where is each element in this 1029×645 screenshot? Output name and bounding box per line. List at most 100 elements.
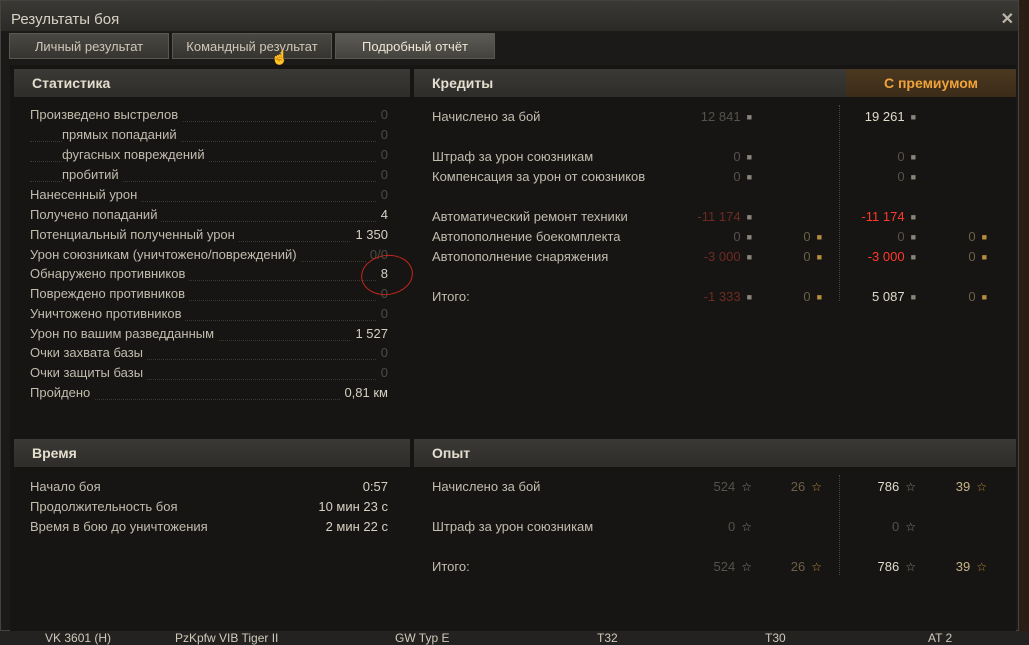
stats-row: Повреждено противников 0 xyxy=(30,284,388,304)
xp-base-free-text: 26 xyxy=(790,559,806,574)
stats-row-value: 0 xyxy=(376,304,388,324)
credits-prem-value: 19 261 ■ xyxy=(816,107,916,127)
credits-coin-icon: ■ xyxy=(910,112,916,122)
xp-prem-value-text: 0 xyxy=(892,519,900,534)
premium-header: С премиумом xyxy=(846,69,1016,97)
credits-row: Итого: -1 333 ■ 0 ■ 5 087 ■ 0 ■ xyxy=(432,287,1012,307)
experience-row: Итого: 524 ☆ 26 ☆ 786 ☆ 39 ☆ xyxy=(432,557,1012,577)
credits-base-gold: 0 ■ xyxy=(772,287,822,307)
credits-base-gold: 0 ■ xyxy=(772,227,822,247)
time-row: Время в бою до уничтожения 2 мин 22 с xyxy=(30,517,388,537)
credits-coin-icon: ■ xyxy=(746,112,752,122)
stats-row-value: 0 xyxy=(376,185,388,205)
premium-divider-xp xyxy=(839,475,840,575)
credits-base-value: 0 ■ xyxy=(652,147,752,167)
stats-row-label: Получено попаданий xyxy=(30,205,162,225)
stats-row-label: Потенциальный полученный урон xyxy=(30,225,239,245)
gold-bar-icon: ☆ xyxy=(976,480,987,494)
vehicle-name[interactable]: AT 2 xyxy=(928,631,952,645)
credits-prem-value: -11 174 ■ xyxy=(816,207,916,227)
stats-row-label: Очки защиты базы xyxy=(30,363,148,383)
xp-base-value-text: 524 xyxy=(713,559,736,574)
stats-row: Нанесенный урон 0 xyxy=(30,185,388,205)
credits-base-value-text: 0 xyxy=(733,169,741,184)
stats-row-value: 0 xyxy=(376,125,388,145)
credits-row-label: Компенсация за урон от союзников xyxy=(432,169,646,184)
credits-prem-value-text: -3 000 xyxy=(867,249,905,264)
credits-coin-icon: ☆ xyxy=(741,560,752,574)
stats-row-label: фугасных повреждений xyxy=(62,145,209,165)
credits-base-gold: 0 ■ xyxy=(772,247,822,267)
stats-row-value: 0 xyxy=(376,165,388,185)
stats-row-value: 4 xyxy=(376,205,388,225)
stats-row-label: Повреждено противников xyxy=(30,284,190,304)
credits-prem-value-text: 0 xyxy=(897,149,905,164)
vehicle-name[interactable]: T32 xyxy=(597,631,618,645)
stats-row: Произведено выстрелов 0 xyxy=(30,105,388,125)
credits-row-label: Автопополнение снаряжения xyxy=(432,249,609,264)
credits-row-label: Автопополнение боекомплекта xyxy=(432,229,621,244)
credits-base-value-text: 0 xyxy=(733,229,741,244)
credits-row-label: Начислено за бой xyxy=(432,109,541,124)
stats-row-label: прямых попаданий xyxy=(62,125,181,145)
stats-row: Получено попаданий 4 xyxy=(30,205,388,225)
credits-coin-icon: ☆ xyxy=(905,480,916,494)
stats-row-value: 0 xyxy=(376,105,388,125)
credits-coin-icon: ■ xyxy=(746,152,752,162)
credits-prem-value: 5 087 ■ xyxy=(816,287,916,307)
stats-row-label: пробитий xyxy=(62,165,123,185)
tab-detailed[interactable]: Подробный отчёт xyxy=(335,33,495,59)
xp-base-free: 26 ☆ xyxy=(762,557,822,577)
vehicle-name[interactable]: GW Typ E xyxy=(395,631,449,645)
xp-prem-value-text: 786 xyxy=(877,479,900,494)
xp-base-free-text: 26 xyxy=(790,479,806,494)
stats-header: Статистика xyxy=(14,69,410,97)
credits-coin-icon: ☆ xyxy=(741,480,752,494)
credits-row: Начислено за бой 12 841 ■ 19 261 ■ xyxy=(432,107,1012,127)
experience-header: Опыт xyxy=(414,439,1016,467)
titlebar: Результаты боя ✕ xyxy=(1,1,1018,31)
stats-row-value: 1 350 xyxy=(351,225,388,245)
credits-base-value: 12 841 ■ xyxy=(652,107,752,127)
xp-prem-free: 39 ☆ xyxy=(927,557,987,577)
time-row: Начало боя 0:57 xyxy=(30,477,388,497)
stats-row: фугасных повреждений 0 xyxy=(30,145,388,165)
close-icon[interactable]: ✕ xyxy=(1001,9,1014,29)
time-row-label: Начало боя xyxy=(30,479,101,494)
stats-row-value: 0 xyxy=(376,363,388,383)
credits-prem-value: -3 000 ■ xyxy=(816,247,916,267)
xp-base-value: 524 ☆ xyxy=(652,557,752,577)
stats-row-label: Пройдено xyxy=(30,383,95,403)
credits-coin-icon: ☆ xyxy=(741,520,752,534)
credits-prem-gold-text: 0 xyxy=(968,289,976,304)
vehicle-name[interactable]: VK 3601 (H) xyxy=(45,631,111,645)
credits-prem-value: 0 ■ xyxy=(816,147,916,167)
tab-bar: Личный результат Командный результат Под… xyxy=(9,33,498,59)
credits-base-value: -3 000 ■ xyxy=(652,247,752,267)
stats-row-label: Урон по вашим разведданным xyxy=(30,324,219,344)
xp-base-free: 26 ☆ xyxy=(762,477,822,497)
credits-base-value: -11 174 ■ xyxy=(652,207,752,227)
xp-prem-value: 0 ☆ xyxy=(816,517,916,537)
credits-prem-value-text: 0 xyxy=(897,229,905,244)
stats-row: Обнаружено противников 8 xyxy=(30,264,388,284)
time-row-value: 2 мин 22 с xyxy=(325,519,388,534)
credits-base-value-text: -11 174 xyxy=(697,209,741,224)
xp-base-value: 0 ☆ xyxy=(652,517,752,537)
credits-coin-icon: ■ xyxy=(910,292,916,302)
credits-coin-icon: ■ xyxy=(746,172,752,182)
vehicle-name[interactable]: PzKpfw VIB Tiger II xyxy=(175,631,278,645)
stats-row-value: 0 xyxy=(376,343,388,363)
credits-coin-icon: ☆ xyxy=(905,520,916,534)
credits-coin-icon: ■ xyxy=(910,152,916,162)
time-row-value: 10 мин 23 с xyxy=(318,499,388,514)
credits-prem-gold: 0 ■ xyxy=(937,247,987,267)
vehicle-name[interactable]: T30 xyxy=(765,631,786,645)
credits-base-gold-text: 0 xyxy=(803,249,811,264)
credits-row: Автоматический ремонт техники -11 174 ■ -11… xyxy=(432,207,1012,227)
tab-team[interactable]: Командный результат xyxy=(172,33,332,59)
credits-prem-value: 0 ■ xyxy=(816,167,916,187)
tab-personal[interactable]: Личный результат xyxy=(9,33,169,59)
stats-row: Урон союзникам (уничтожено/повреждений) 0… xyxy=(30,245,388,265)
time-row-label: Время в бою до уничтожения xyxy=(30,519,208,534)
